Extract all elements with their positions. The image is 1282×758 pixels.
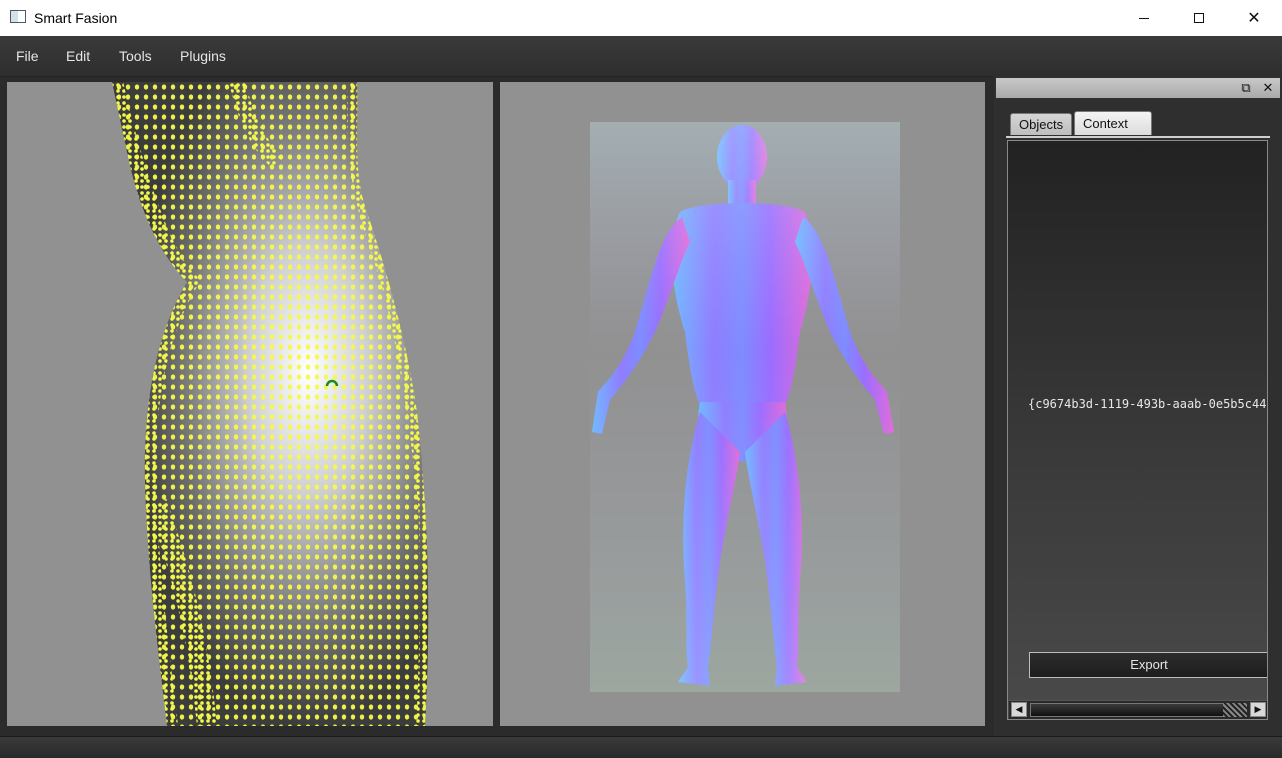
window-title: Smart Fasion <box>34 10 118 26</box>
tab-objects[interactable]: Objects <box>1010 113 1072 135</box>
title-bar: Smart Fasion ✕ <box>0 0 1282 36</box>
human-model-render <box>590 122 900 692</box>
status-bar <box>0 736 1282 758</box>
menu-plugins[interactable]: Plugins <box>180 48 226 64</box>
close-icon: ✕ <box>1247 10 1261 27</box>
close-button[interactable]: ✕ <box>1226 0 1282 36</box>
body-silhouette <box>590 122 900 692</box>
scroll-grip <box>1223 703 1247 717</box>
menu-file[interactable]: File <box>16 48 39 64</box>
menu-bar: File Edit Tools Plugins <box>0 36 1282 77</box>
menu-edit[interactable]: Edit <box>66 48 90 64</box>
scroll-thumb[interactable] <box>1030 703 1228 717</box>
viewport-point-cloud[interactable] <box>7 82 493 726</box>
maximize-button[interactable] <box>1171 0 1227 36</box>
dock-header: ⧉ ✕ <box>996 78 1280 98</box>
float-window-icon: ⧉ <box>1241 80 1251 95</box>
app-icon <box>10 10 26 23</box>
maximize-icon <box>1194 13 1204 23</box>
tab-context-ui[interactable]: Context UI <box>1074 111 1152 155</box>
minimize-button[interactable] <box>1116 0 1172 36</box>
chevron-right-icon: ▶ <box>1254 704 1262 714</box>
chevron-left-icon: ◀ <box>1015 704 1023 714</box>
viewport-model[interactable] <box>500 82 985 726</box>
scroll-left-button[interactable]: ◀ <box>1011 702 1027 717</box>
minimize-icon <box>1139 17 1149 19</box>
horizontal-scrollbar[interactable]: ◀ ▶ <box>1009 700 1267 719</box>
object-id-label: {c9674b3d-1119-493b-aaab-0e5b5c44a47 <box>1028 397 1268 411</box>
scroll-right-button[interactable]: ▶ <box>1250 702 1266 717</box>
export-button[interactable]: Export <box>1029 652 1267 678</box>
menu-tools[interactable]: Tools <box>119 48 152 64</box>
dock-float-button[interactable]: ⧉ <box>1238 80 1254 96</box>
point-cloud-render <box>112 82 429 726</box>
context-panel: {c9674b3d-1119-493b-aaab-0e5b5c44a47 Exp… <box>1007 140 1268 720</box>
close-icon: ✕ <box>1262 80 1274 95</box>
side-dock: ⧉ ✕ Objects Context UI {c9674b3d-1119-49… <box>994 76 1282 736</box>
dock-close-button[interactable]: ✕ <box>1260 80 1276 96</box>
tab-divider <box>1006 136 1270 138</box>
